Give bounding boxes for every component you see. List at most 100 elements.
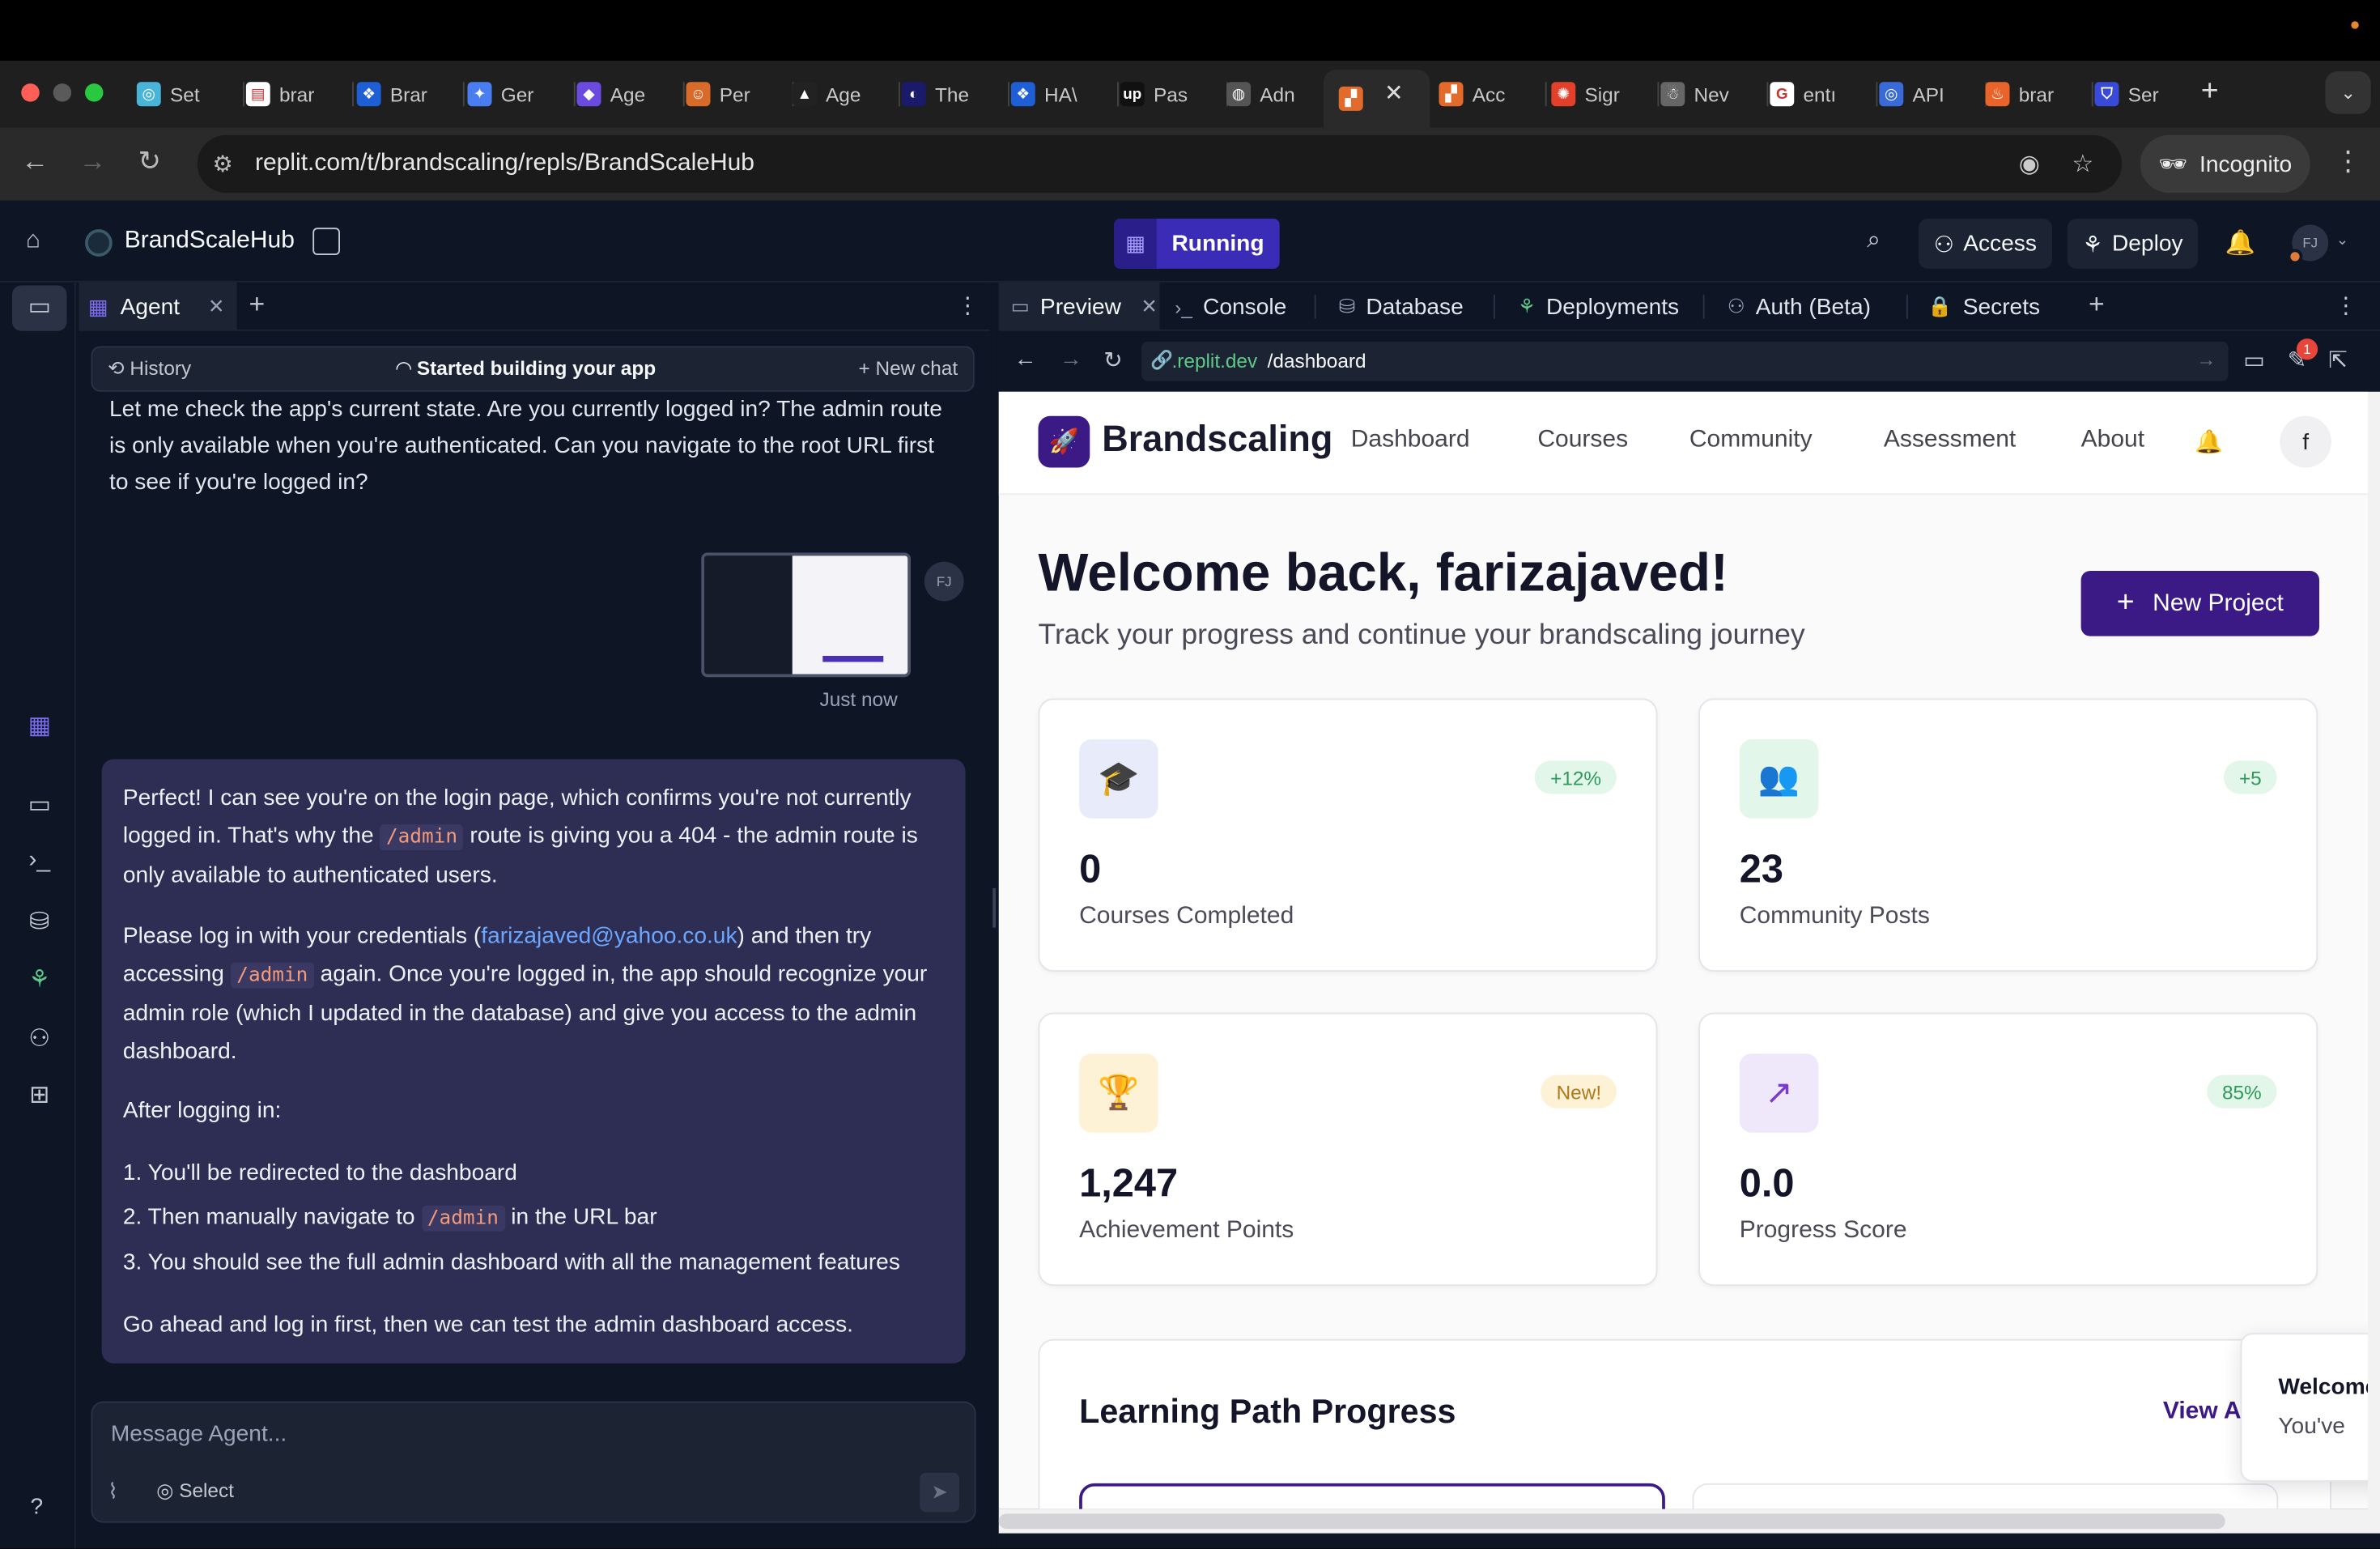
browser-tab[interactable]: up Pas	[1120, 73, 1226, 116]
tab-search-button[interactable]: ⌄	[2325, 71, 2371, 114]
more-options-icon[interactable]: ⋮	[2335, 292, 2357, 319]
tab-deployments[interactable]: ⚘ Deployments	[1506, 283, 1691, 331]
nav-assessment[interactable]: Assessment	[1884, 427, 2016, 454]
panel-toggle-icon[interactable]	[312, 228, 340, 255]
site-info-icon[interactable]: ⚙	[213, 151, 233, 178]
preview-forward-icon[interactable]: →	[1060, 347, 1082, 372]
select-button[interactable]: ◎ Select	[156, 1479, 234, 1503]
welcome-toast[interactable]: Welcome You've	[2240, 1333, 2368, 1482]
help-icon[interactable]: ?	[31, 1494, 44, 1520]
send-button[interactable]: ➤	[920, 1472, 959, 1513]
add-tab-icon[interactable]: +	[249, 288, 266, 320]
more-options-icon[interactable]: ⋮	[956, 292, 979, 319]
agent-reply: Perfect! I can see you're on the login p…	[101, 759, 966, 1364]
tab-database[interactable]: ⛁ Database	[1327, 283, 1476, 331]
learning-path-item[interactable]	[1079, 1483, 1665, 1509]
reload-icon[interactable]: ↻	[138, 146, 161, 177]
go-icon[interactable]: →	[2196, 347, 2216, 370]
device-icon[interactable]: ▭	[2243, 347, 2265, 373]
browser-tab[interactable]: ☺ Per	[686, 73, 793, 116]
access-button[interactable]: ⚇ Access	[1919, 219, 2052, 269]
preview-reload-icon[interactable]: ↻	[1103, 347, 1123, 373]
tab-console[interactable]: ›_ Console	[1162, 283, 1298, 331]
browser-tab[interactable]: ◎ Set	[136, 73, 243, 116]
auth-icon[interactable]: ⚇	[24, 1023, 55, 1054]
bell-icon[interactable]: 🔔	[2195, 428, 2223, 456]
user-menu-avatar[interactable]: f	[2280, 415, 2331, 468]
agent-icon[interactable]: ▦	[24, 711, 55, 742]
tab-favicon-icon: G	[1770, 82, 1795, 107]
rocket-icon[interactable]: 🚀	[1038, 415, 1090, 468]
horizontal-scrollbar[interactable]	[998, 1509, 2368, 1534]
browser-tab[interactable]: ❖ Brar	[356, 73, 463, 116]
deployments-icon[interactable]: ⚘	[24, 964, 55, 995]
pane-resize-handle[interactable]	[992, 887, 996, 928]
browser-tab[interactable]: ♨ brar	[1985, 73, 2092, 116]
browser-tab[interactable]: ❖ HA\	[1010, 73, 1117, 116]
nav-courses[interactable]: Courses	[1537, 427, 1628, 454]
run-button[interactable]: ▦ Running	[1114, 219, 1280, 269]
incognito-badge[interactable]: 🕶 Incognito	[2140, 134, 2310, 194]
browser-tab[interactable]: ▤ brar	[245, 73, 352, 116]
browser-tab[interactable]: ◆ Age	[576, 73, 683, 116]
brand-name[interactable]: Brandscaling	[1102, 419, 1332, 462]
database-icon[interactable]: ⛁	[24, 906, 55, 937]
open-external-icon[interactable]: ⇱	[2328, 347, 2348, 373]
maximize-window-button[interactable]	[85, 83, 104, 102]
browser-tab[interactable]: ◍ Adn	[1226, 73, 1332, 116]
eye-off-icon[interactable]: ◉	[2019, 149, 2040, 180]
message-input[interactable]: Message Agent...	[111, 1421, 287, 1447]
history-button[interactable]: ⟲ History	[108, 357, 191, 381]
chevron-down-icon[interactable]: ⌄	[2336, 232, 2349, 249]
vertical-scrollbar[interactable]	[2368, 391, 2380, 1534]
attach-icon[interactable]: ⌇	[108, 1479, 118, 1504]
browser-menu-icon[interactable]: ⋮	[2335, 146, 2362, 177]
file-tree-icon[interactable]: ▭	[24, 292, 55, 322]
browser-tab[interactable]: ◐ The	[901, 73, 1008, 116]
message-composer[interactable]: Message Agent... ⌇ ◎ Select ➤	[91, 1401, 976, 1523]
browser-tab[interactable]: ▞ Acc	[1439, 73, 1545, 116]
tab-secrets[interactable]: 🔒 Secrets	[1915, 283, 2052, 331]
new-tab-button[interactable]: +	[2201, 74, 2219, 109]
preview-icon[interactable]: ▭	[24, 789, 55, 820]
browser-tab[interactable]: ✺ Sigr	[1551, 73, 1657, 116]
browser-tab[interactable]: ◎ API	[1879, 73, 1985, 116]
email-link[interactable]: farizajaved@yahoo.co.uk	[481, 923, 737, 949]
browser-tab[interactable]: ✦ Ger	[467, 73, 574, 116]
home-icon[interactable]: ⌂	[26, 228, 40, 255]
address-bar[interactable]: ⚙ replit.com/t/brandscaling/repls/BrandS…	[197, 134, 2123, 194]
bookmark-star-icon[interactable]: ☆	[2072, 149, 2093, 180]
nav-dashboard[interactable]: Dashboard	[1351, 427, 1470, 454]
browser-tab[interactable]: Gentı	[1770, 73, 1876, 116]
screenshot-attachment[interactable]	[701, 552, 911, 678]
close-tab-icon[interactable]: ✕	[1141, 295, 1157, 319]
close-tab-icon[interactable]: ✕	[1384, 79, 1404, 106]
preview-back-icon[interactable]: ←	[1014, 347, 1037, 372]
console-icon[interactable]: ›_	[24, 847, 55, 875]
new-chat-button[interactable]: + New chat	[858, 357, 958, 380]
deploy-button[interactable]: ⚘ Deploy	[2067, 219, 2199, 269]
nav-community[interactable]: Community	[1689, 427, 1813, 454]
project-name[interactable]: BrandScaleHub	[125, 228, 295, 255]
apps-grid-icon[interactable]: ⊞	[24, 1079, 55, 1110]
browser-tab[interactable]: ▲ Age	[792, 73, 899, 116]
search-icon[interactable]: ⌕	[1867, 228, 1881, 255]
browser-tab[interactable]: ⛉ Ser	[2094, 73, 2201, 116]
back-icon[interactable]: ←	[21, 146, 49, 177]
close-window-button[interactable]	[21, 83, 40, 102]
learning-path-item[interactable]	[1692, 1483, 2279, 1509]
new-project-button[interactable]: + New Project	[2080, 571, 2319, 636]
browser-tab[interactable]: ▞	[1324, 70, 1430, 128]
tab-auth[interactable]: ⚇ Auth (Beta)	[1715, 283, 1883, 331]
close-tab-icon[interactable]: ✕	[208, 295, 224, 319]
browser-tab[interactable]: ☃ Nev	[1660, 73, 1766, 116]
notifications-icon[interactable]: 🔔	[2225, 228, 2255, 258]
add-tab-icon[interactable]: +	[2089, 288, 2105, 320]
forward-icon[interactable]: →	[79, 146, 107, 177]
minimize-window-button[interactable]	[53, 83, 72, 102]
preview-url-bar[interactable]: 🔗 .replit.dev /dashboard →	[1141, 341, 2229, 381]
scrollbar-thumb[interactable]	[998, 1513, 2225, 1530]
agent-tab[interactable]: ▦ Agent ✕	[79, 282, 237, 331]
tab-preview[interactable]: ▭ Preview ✕	[998, 282, 1160, 331]
nav-about[interactable]: About	[2081, 427, 2144, 454]
